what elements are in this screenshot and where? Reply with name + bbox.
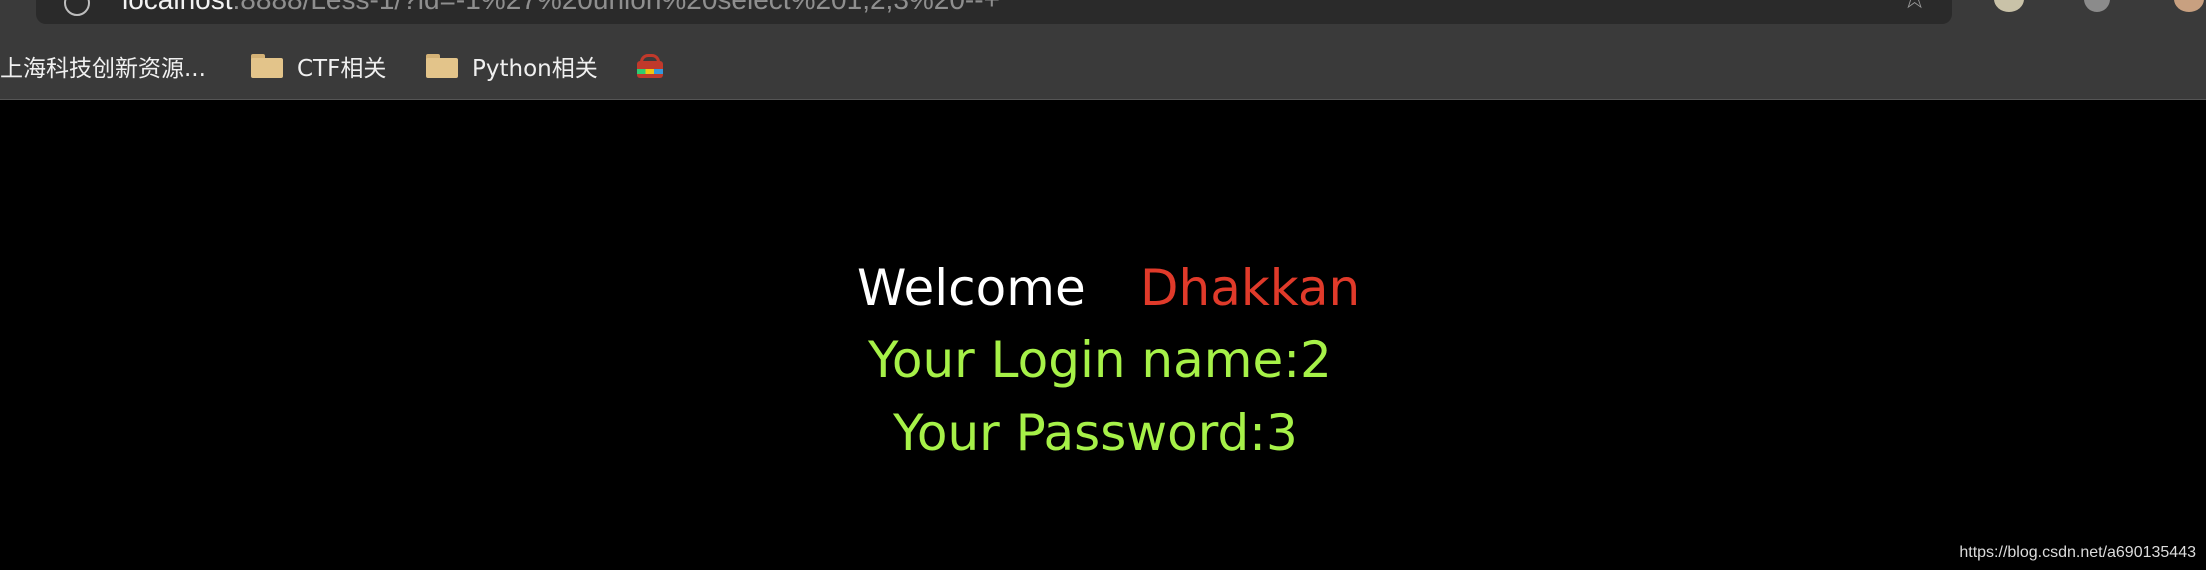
page-content: Welcome Dhakkan Your Login name:2 Your P…	[0, 100, 2206, 570]
bookmark-folder-ctf[interactable]: CTF相关	[251, 50, 386, 82]
extension-icon[interactable]	[1994, 0, 2024, 12]
welcome-label: Welcome	[857, 259, 1086, 317]
site-favicon-icon	[636, 52, 664, 80]
extension-icon[interactable]	[2174, 0, 2204, 12]
bookmark-folder-python[interactable]: Python相关	[426, 50, 598, 82]
bookmark-label: 上海科技创新资源...	[0, 56, 206, 82]
bookmark-star-icon[interactable]: ☆	[1901, 0, 1928, 14]
browser-toolbar: localhost:8888/Less-1/?id=-1%27%20union%…	[0, 0, 2206, 100]
address-bar[interactable]: localhost:8888/Less-1/?id=-1%27%20union%…	[36, 0, 1952, 24]
password-result: Your Password:3	[893, 404, 1298, 462]
bookmark-item[interactable]	[636, 50, 664, 82]
bookmark-item[interactable]: 上海科技创新资源...	[0, 50, 206, 82]
folder-icon	[426, 54, 458, 78]
extension-icon[interactable]	[2084, 0, 2110, 12]
login-name-result: Your Login name:2	[868, 331, 1332, 389]
folder-icon	[251, 54, 283, 78]
url-text[interactable]: localhost:8888/Less-1/?id=-1%27%20union%…	[122, 0, 1000, 14]
url-path: :8888/Less-1/?id=-1%27%20union%20select%…	[233, 0, 1000, 15]
bookmark-label: Python相关	[472, 56, 598, 82]
user-name: Dhakkan	[1140, 259, 1361, 317]
url-host: localhost	[122, 0, 233, 15]
watermark: https://blog.csdn.net/a690135443	[1959, 544, 2196, 561]
bookmarks-bar: 上海科技创新资源... CTF相关 Python相关	[0, 46, 2206, 86]
bookmark-label: CTF相关	[297, 56, 387, 82]
info-icon[interactable]	[64, 0, 90, 16]
